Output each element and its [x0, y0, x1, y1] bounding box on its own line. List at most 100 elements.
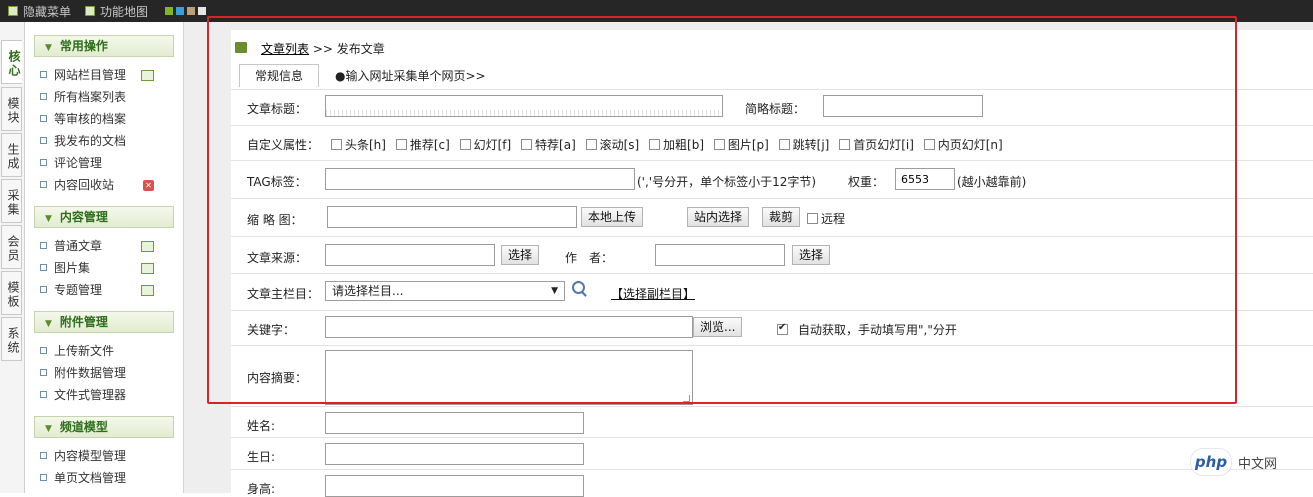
group-content-manage[interactable]: ▼ 内容管理 — [34, 206, 174, 228]
attr-jump[interactable]: 跳转[j] — [778, 138, 829, 152]
breadcrumb-article-list-link[interactable]: 文章列表 — [261, 42, 309, 56]
tab-member[interactable]: 会员 — [1, 225, 22, 269]
attr-label: 内页幻灯[n] — [937, 138, 1003, 152]
sidebar-item-article[interactable]: 普通文章 — [40, 237, 102, 255]
sidebar-item-single-pages[interactable]: 单页文档管理 — [40, 469, 126, 487]
sidebar-item-gallery[interactable]: 图片集 — [40, 259, 90, 277]
group-attachments[interactable]: ▼ 附件管理 — [34, 311, 174, 333]
attr-home-slide[interactable]: 首页幻灯[i] — [839, 138, 914, 152]
bullet-icon — [40, 347, 47, 354]
height-input[interactable] — [325, 475, 584, 497]
hide-menu-button[interactable]: 隐藏菜单 — [8, 3, 71, 20]
attr-scroll[interactable]: 滚动[s] — [585, 138, 639, 152]
sidebar-item-column-manage[interactable]: 网站栏目管理 — [40, 66, 126, 84]
checkbox[interactable] — [923, 139, 935, 150]
search-icon[interactable] — [572, 281, 585, 294]
summary-textarea[interactable] — [325, 350, 693, 405]
group-title: 频道模型 — [59, 420, 108, 434]
checkbox[interactable] — [713, 139, 725, 150]
checkbox[interactable] — [331, 139, 342, 150]
source-select-button[interactable]: 选择 — [501, 245, 540, 265]
group-common-ops[interactable]: ▼ 常用操作 — [34, 35, 174, 57]
source-input[interactable] — [325, 244, 495, 266]
remote-checkbox[interactable] — [807, 213, 818, 224]
author-select-button[interactable]: 选择 — [792, 245, 831, 265]
sidebar-item-content-models[interactable]: 内容模型管理 — [40, 447, 126, 465]
sidebar-item-all-archives[interactable]: 所有档案列表 — [40, 88, 126, 106]
sidebar-item-recycle[interactable]: 内容回收站 — [40, 176, 114, 194]
weight-input[interactable] — [895, 168, 955, 190]
checkbox[interactable] — [585, 139, 597, 150]
browse-button[interactable]: 浏览... — [693, 317, 743, 337]
skin-blue-swatch[interactable] — [176, 7, 185, 15]
tag-input[interactable] — [325, 168, 635, 190]
tab-module[interactable]: 模块 — [1, 87, 22, 131]
skin-green-swatch[interactable] — [165, 7, 174, 15]
tab-general-info[interactable]: 常规信息 — [239, 64, 319, 87]
crop-button[interactable]: 裁剪 — [762, 207, 801, 227]
add-icon[interactable] — [141, 263, 154, 274]
checkbox[interactable] — [649, 139, 661, 150]
short-title-label: 简略标题： — [745, 102, 806, 116]
birthday-input[interactable] — [325, 443, 584, 465]
checkbox[interactable] — [839, 139, 851, 150]
checkbox[interactable] — [459, 139, 471, 150]
weight-hint: (越小越靠前) — [957, 175, 1027, 189]
bullet-icon — [40, 391, 47, 398]
attr-image[interactable]: 图片[p] — [713, 138, 769, 152]
thumb-input[interactable] — [327, 206, 577, 228]
tab-generate[interactable]: 生成 — [1, 133, 22, 177]
skin-brown-swatch[interactable] — [187, 7, 196, 15]
sidebar-item-comments[interactable]: 评论管理 — [40, 154, 102, 172]
title-input[interactable] — [325, 95, 723, 117]
bullet-icon — [40, 115, 47, 122]
tab-system[interactable]: 系统 — [1, 317, 22, 361]
sidebar-item-topics[interactable]: 专题管理 — [40, 281, 102, 299]
sidebar-item-upload[interactable]: 上传新文件 — [40, 342, 114, 360]
row-keywords: 关键字： 浏览... 自动获取，手动填写用","分开 — [231, 310, 1313, 346]
name-input[interactable] — [325, 412, 584, 434]
function-map-button[interactable]: 功能地图 — [85, 3, 148, 20]
collapse-arrow-icon: ▼ — [45, 424, 52, 434]
auto-fetch-option[interactable]: 自动获取，手动填写用","分开 — [777, 321, 957, 338]
tab-template[interactable]: 模板 — [1, 271, 22, 315]
checkbox[interactable] — [521, 139, 533, 150]
sidebar-item-my-docs[interactable]: 我发布的文档 — [40, 132, 126, 150]
sidebar: ▼ 常用操作 网站栏目管理 所有档案列表 等审核的档案 我发布的文档 评论管理 内… — [25, 22, 184, 493]
attr-special[interactable]: 特荐[a] — [521, 138, 576, 152]
sidebar-item-label: 附件数据管理 — [54, 366, 127, 380]
checkbox[interactable] — [778, 139, 790, 150]
attr-inner-slide[interactable]: 内页幻灯[n] — [923, 138, 1003, 152]
attr-recommend[interactable]: 推荐[c] — [395, 138, 450, 152]
collapse-arrow-icon: ▼ — [45, 214, 52, 224]
sidebar-item-file-manager[interactable]: 文件式管理器 — [40, 386, 126, 404]
skin-gray-swatch[interactable] — [198, 7, 207, 15]
group-channel-models[interactable]: ▼ 频道模型 — [34, 416, 174, 438]
sidebar-item-pending[interactable]: 等审核的档案 — [40, 110, 126, 128]
add-icon[interactable] — [141, 70, 154, 81]
local-upload-button[interactable]: 本地上传 — [581, 207, 644, 227]
tab-collect[interactable]: 采集 — [1, 179, 22, 223]
attr-bold[interactable]: 加粗[b] — [649, 138, 704, 152]
add-icon[interactable] — [141, 285, 154, 296]
select-sub-column-link[interactable]: 【选择副栏目】 — [611, 285, 695, 302]
add-icon[interactable] — [141, 241, 154, 252]
column-select[interactable]: 请选择栏目... ▼ — [325, 281, 565, 301]
auto-fetch-checkbox[interactable] — [777, 322, 788, 335]
keywords-label: 关键字： — [247, 323, 296, 337]
clear-icon[interactable]: ✕ — [143, 180, 154, 191]
sidebar-item-attach-data[interactable]: 附件数据管理 — [40, 364, 126, 382]
tag-label: TAG标签： — [247, 175, 307, 189]
site-select-button[interactable]: 站内选择 — [687, 207, 750, 227]
tab-core[interactable]: 核心 — [1, 40, 22, 84]
attr-headline[interactable]: 头条[h] — [331, 138, 386, 152]
sidebar-item-label: 网站栏目管理 — [54, 68, 127, 82]
attr-slide[interactable]: 幻灯[f] — [459, 138, 511, 152]
tab-url-collect[interactable]: ●输入网址采集单个网页>> — [335, 67, 486, 84]
group-title: 常用操作 — [59, 39, 108, 53]
author-input[interactable] — [655, 244, 785, 266]
short-title-input[interactable] — [823, 95, 983, 117]
keywords-input[interactable] — [325, 316, 693, 338]
remote-option[interactable]: 远程 — [807, 210, 845, 227]
checkbox[interactable] — [395, 139, 407, 150]
